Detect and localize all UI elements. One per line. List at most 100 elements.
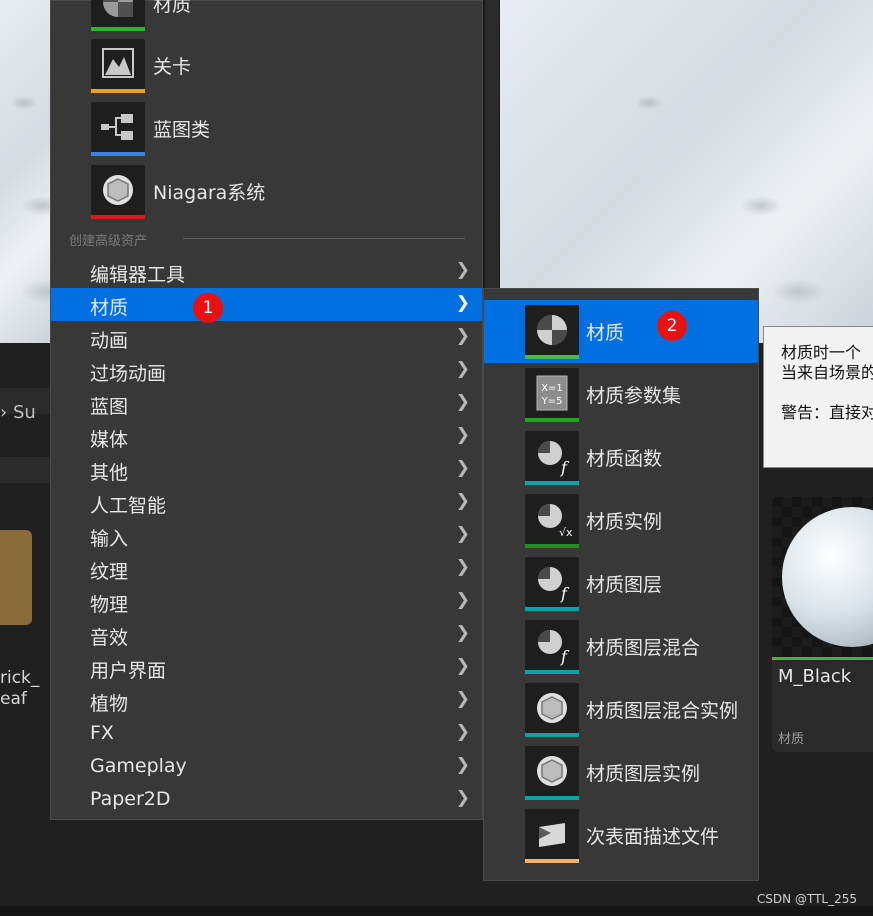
type-color-bar	[91, 89, 145, 93]
add-asset-menu: 材质 关卡 蓝图类 Niagara系统 创建高级资产 编辑器工具 ❯ 材质 ❯ …	[50, 0, 483, 820]
menu-category-misc[interactable]: 其他 ❯	[51, 453, 482, 486]
type-color-bar	[91, 215, 145, 219]
category-label: 编辑器工具	[90, 264, 186, 286]
submenu-item-material-function[interactable]: f 材质函数	[484, 426, 758, 489]
chevron-right-icon: ❯	[455, 788, 470, 808]
submenu-item-parameter-collection[interactable]: X=1 Y=5 材质参数集	[484, 363, 758, 426]
category-label: Paper2D	[90, 788, 171, 810]
menu-category-paper2d[interactable]: Paper2D ❯	[51, 783, 482, 816]
svg-text:√x: √x	[559, 526, 573, 539]
niagara-icon	[91, 165, 145, 219]
category-label: 材质	[90, 297, 129, 319]
material-icon	[91, 0, 145, 31]
asset-tile-m-black[interactable]: M_Black 材质	[772, 497, 873, 752]
chevron-right-icon: ❯	[455, 392, 470, 412]
chevron-right-icon: ❯	[455, 293, 470, 313]
chevron-right-icon: ❯	[455, 260, 470, 280]
asset-label-partial: rick_ eaf	[0, 668, 40, 709]
type-color-bar	[525, 859, 579, 863]
submenu-item-label: 次表面描述文件	[586, 826, 720, 848]
menu-category-editor-tools[interactable]: 编辑器工具 ❯	[51, 255, 482, 288]
menu-category-physics[interactable]: 物理 ❯	[51, 585, 482, 618]
submenu-item-material-layer[interactable]: f 材质图层	[484, 552, 758, 615]
type-color-bar	[525, 670, 579, 674]
parameter-collection-icon: X=1 Y=5	[525, 368, 579, 422]
chevron-right-icon: ❯	[455, 656, 470, 676]
type-color-bar	[525, 733, 579, 737]
menu-category-ui[interactable]: 用户界面 ❯	[51, 651, 482, 684]
breadcrumb-label: Su	[12, 402, 36, 423]
chevron-right-icon: ❯	[455, 359, 470, 379]
chevron-right-icon: ❯	[455, 755, 470, 775]
type-color-bar	[91, 27, 145, 31]
menu-category-fx[interactable]: FX ❯	[51, 717, 482, 750]
svg-text:f: f	[560, 647, 570, 666]
menu-category-foliage[interactable]: 植物 ❯	[51, 684, 482, 717]
bottom-border	[0, 906, 873, 916]
category-label: 物理	[90, 594, 129, 616]
section-divider	[183, 238, 465, 239]
menu-category-blueprint[interactable]: 蓝图 ❯	[51, 387, 482, 420]
type-color-bar	[525, 418, 579, 422]
blueprint-icon	[91, 102, 145, 156]
chevron-right-icon: ❯	[455, 689, 470, 709]
menu-category-cinematics[interactable]: 过场动画 ❯	[51, 354, 482, 387]
menu-category-gameplay[interactable]: Gameplay ❯	[51, 750, 482, 783]
menu-item-niagara-system[interactable]: Niagara系统	[91, 165, 391, 221]
type-color-bar	[772, 657, 873, 660]
category-label: 蓝图	[90, 396, 129, 418]
category-label: 动画	[90, 330, 129, 352]
submenu-item-label: 材质	[586, 322, 625, 344]
tooltip-line: 警告：直接对	[781, 403, 873, 422]
step-badge-2: 2	[657, 311, 687, 341]
step-badge-1: 1	[193, 293, 223, 323]
layer-blend-instance-icon	[525, 683, 579, 737]
asset-name: M_Black	[778, 666, 852, 687]
menu-item-label: 蓝图类	[153, 119, 211, 141]
menu-item-label: Niagara系统	[153, 182, 266, 204]
menu-category-animation[interactable]: 动画 ❯	[51, 321, 482, 354]
menu-category-material[interactable]: 材质 ❯	[51, 288, 482, 321]
category-label: 人工智能	[90, 495, 167, 517]
svg-text:f: f	[560, 458, 570, 477]
chevron-right-icon: ❯	[455, 590, 470, 610]
menu-item-blueprint-class[interactable]: 蓝图类	[91, 102, 391, 158]
submenu-item-layer-instance[interactable]: 材质图层实例	[484, 741, 758, 804]
svg-text:f: f	[560, 584, 570, 603]
submenu-item-material-layer-blend[interactable]: f 材质图层混合	[484, 615, 758, 678]
category-label: 其他	[90, 462, 129, 484]
menu-scrollbar[interactable]	[485, 0, 499, 288]
material-instance-icon: √x	[525, 494, 579, 548]
submenu-item-label: 材质参数集	[586, 385, 682, 407]
menu-item-level[interactable]: 关卡	[91, 39, 391, 95]
menu-category-ai[interactable]: 人工智能 ❯	[51, 486, 482, 519]
svg-text:Y=5: Y=5	[541, 396, 563, 407]
submenu-item-material[interactable]: 材质	[484, 300, 758, 363]
submenu-item-label: 材质实例	[586, 511, 663, 533]
asset-thumbnail-partial[interactable]	[0, 530, 32, 625]
category-label: 用户界面	[90, 660, 167, 682]
menu-category-texture[interactable]: 纹理 ❯	[51, 552, 482, 585]
category-label: 纹理	[90, 561, 129, 583]
submenu-item-layer-blend-instance[interactable]: 材质图层混合实例	[484, 678, 758, 741]
submenu-item-subsurface-profile[interactable]: 次表面描述文件	[484, 804, 758, 867]
menu-category-media[interactable]: 媒体 ❯	[51, 420, 482, 453]
menu-category-input[interactable]: 输入 ❯	[51, 519, 482, 552]
breadcrumb[interactable]: › Su	[0, 402, 36, 423]
submenu-item-label: 材质函数	[586, 448, 663, 470]
chevron-right-icon: ❯	[455, 326, 470, 346]
type-color-bar	[525, 796, 579, 800]
material-layer-blend-icon: f	[525, 620, 579, 674]
menu-item-label: 材质	[153, 0, 192, 16]
svg-text:X=1: X=1	[541, 383, 563, 394]
tooltip-line: 材质时一个	[781, 343, 862, 362]
menu-item-material[interactable]: 材质	[91, 0, 391, 33]
submenu-item-material-instance[interactable]: √x 材质实例	[484, 489, 758, 552]
chevron-right-icon: ❯	[455, 425, 470, 445]
type-color-bar	[525, 544, 579, 548]
asset-type: 材质	[778, 732, 805, 747]
asset-thumbnail	[772, 497, 873, 657]
menu-category-sound[interactable]: 音效 ❯	[51, 618, 482, 651]
section-header-advanced-assets: 创建高级资产	[69, 234, 148, 249]
path-bar	[0, 457, 55, 483]
